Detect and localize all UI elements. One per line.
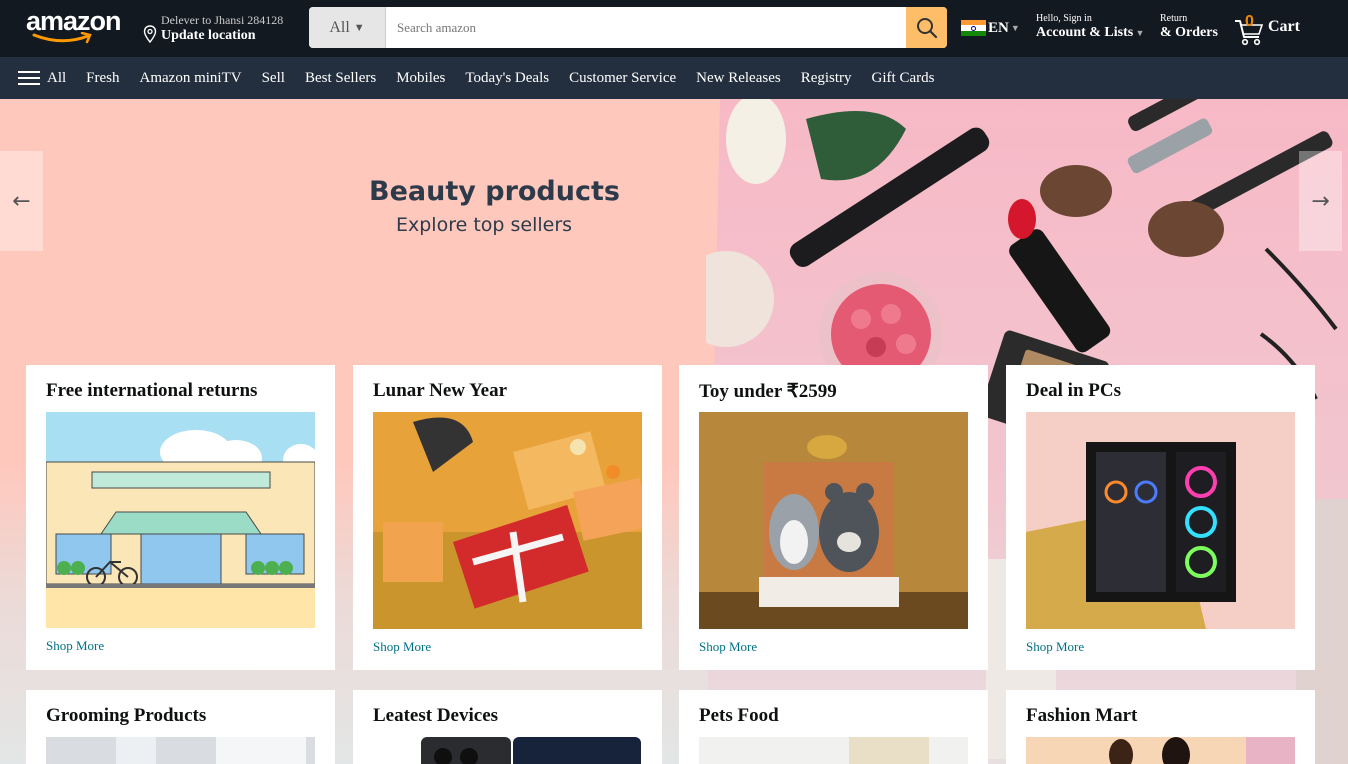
secondary-navbar: All Fresh Amazon miniTV Sell Best Seller… xyxy=(0,57,1348,99)
shop-more-link[interactable]: Shop More xyxy=(1026,639,1084,655)
hamburger-icon xyxy=(18,71,40,85)
grooming-photo[interactable] xyxy=(46,737,315,764)
orders-label: & Orders xyxy=(1160,25,1218,40)
card-free-returns: Free international returns Shop More xyxy=(26,365,335,670)
search-bar: All ▼ xyxy=(309,7,947,48)
search-category-select[interactable]: All ▼ xyxy=(309,7,386,48)
shop-more-link[interactable]: Shop More xyxy=(373,639,431,655)
search-category-label: All xyxy=(329,18,350,36)
location-pin-icon xyxy=(143,25,157,43)
nav-link-mobiles[interactable]: Mobiles xyxy=(396,70,445,87)
storefront-illustration[interactable] xyxy=(46,412,315,628)
card-title: Leatest Devices xyxy=(373,705,499,726)
arrow-left-icon: ← xyxy=(12,188,31,214)
returns-label: Return xyxy=(1160,13,1188,24)
card-fashion-mart: Fashion Mart xyxy=(1006,690,1315,764)
nav-link-best-sellers[interactable]: Best Sellers xyxy=(305,70,376,87)
card-title: Toy under ₹2599 xyxy=(699,381,837,402)
sign-in-greeting: Hello, Sign in xyxy=(1036,13,1092,24)
shop-more-link[interactable]: Shop More xyxy=(46,638,104,654)
card-title: Free international returns xyxy=(46,380,258,401)
gaming-pc-photo[interactable] xyxy=(1026,412,1295,629)
returns-orders[interactable]: Return & Orders xyxy=(1160,13,1218,41)
dropdown-caret-icon: ▼ xyxy=(353,21,365,34)
smartphone-photo[interactable] xyxy=(373,737,642,764)
nav-link-customer-service[interactable]: Customer Service xyxy=(569,70,676,87)
shop-more-link[interactable]: Shop More xyxy=(699,639,757,655)
nav-link-todays-deals[interactable]: Today's Deals xyxy=(465,70,549,87)
carousel-prev-button[interactable]: ← xyxy=(0,151,43,251)
nav-link-gift-cards[interactable]: Gift Cards xyxy=(872,70,935,87)
deliver-to-text: Delever to Jhansi 284128 xyxy=(161,13,284,27)
top-navbar: amazon Delever to Jhansi 284128 Update l… xyxy=(0,0,1348,57)
india-flag-icon xyxy=(961,19,986,37)
card-title: Deal in PCs xyxy=(1026,380,1121,401)
card-title: Fashion Mart xyxy=(1026,705,1138,726)
all-menu-label: All xyxy=(47,69,67,86)
card-title: Lunar New Year xyxy=(373,380,508,401)
search-input[interactable] xyxy=(397,7,897,48)
account-lists[interactable]: Hello, Sign in Account & Lists ▼ xyxy=(1036,13,1144,41)
nav-link-new-releases[interactable]: New Releases xyxy=(696,70,781,87)
update-location-text: Update location xyxy=(161,28,256,43)
card-title: Grooming Products xyxy=(46,705,207,726)
hero-subtitle: Explore top sellers xyxy=(396,214,573,236)
plush-toys-photo[interactable] xyxy=(699,412,968,629)
language-selector[interactable]: EN ▼ xyxy=(961,18,1020,38)
cart-count: 0 xyxy=(1245,13,1254,30)
nav-link-registry[interactable]: Registry xyxy=(801,70,852,87)
card-deal-pcs: Deal in PCs Shop More xyxy=(1006,365,1315,670)
nav-link-fresh[interactable]: Fresh xyxy=(86,70,119,87)
fashion-photo[interactable] xyxy=(1026,737,1295,764)
card-title: Pets Food xyxy=(699,705,779,726)
gift-boxes-photo[interactable] xyxy=(373,412,642,629)
nav-link-minitv[interactable]: Amazon miniTV xyxy=(140,70,242,87)
amazon-logo[interactable]: amazon xyxy=(26,6,130,46)
carousel-next-button[interactable]: → xyxy=(1299,151,1342,251)
card-grooming: Grooming Products xyxy=(26,690,335,764)
arrow-right-icon: → xyxy=(1311,188,1330,214)
card-toys: Toy under ₹2599 Shop More xyxy=(679,365,988,670)
pet-food-photo[interactable] xyxy=(699,737,968,764)
hero-title: Beauty products xyxy=(369,176,620,207)
card-pets-food: Pets Food xyxy=(679,690,988,764)
caret-down-icon: ▼ xyxy=(1010,23,1020,33)
card-lunar-new-year: Lunar New Year Shop More xyxy=(353,365,662,670)
cart-label: Cart xyxy=(1268,18,1300,35)
all-menu-button[interactable]: All xyxy=(18,70,66,87)
logo-smile-icon xyxy=(32,32,92,44)
card-latest-devices: Leatest Devices xyxy=(353,690,662,764)
search-button[interactable] xyxy=(906,7,947,48)
cart-button[interactable]: 0 Cart xyxy=(1234,11,1306,47)
nav-link-sell[interactable]: Sell xyxy=(262,70,285,87)
account-lists-label: Account & Lists ▼ xyxy=(1036,25,1145,40)
search-icon xyxy=(916,17,937,38)
caret-down-icon: ▼ xyxy=(1133,28,1145,38)
language-code: EN xyxy=(988,19,1009,36)
